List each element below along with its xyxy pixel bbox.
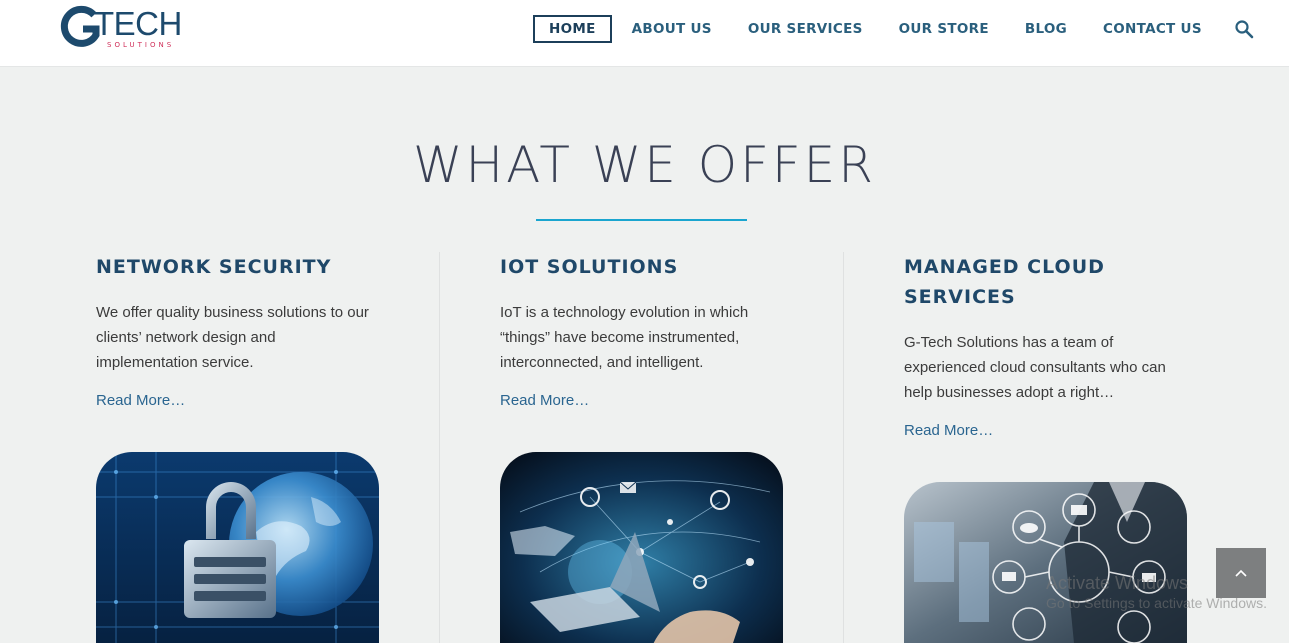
service-card-network-security: NETWORK SECURITY We offer quality busine… <box>96 252 396 409</box>
network-security-image[interactable] <box>96 452 379 643</box>
logo-text: TECH <box>94 5 182 42</box>
nav-home[interactable]: HOME <box>533 14 612 43</box>
iot-solutions-image[interactable] <box>500 452 783 643</box>
section-title: WHAT WE OFFER <box>413 136 876 194</box>
card-title: NETWORK SECURITY <box>96 252 396 282</box>
service-card-managed-cloud: MANAGED CLOUD SERVICES G-Tech Solutions … <box>904 252 1204 439</box>
title-underline <box>536 219 747 221</box>
card-title-line: IOT SOLUTIONS <box>500 256 679 278</box>
site-header: TECH SOLUTIONS HOME ABOUT US OUR SERVICE… <box>0 0 1289 67</box>
site-logo[interactable]: TECH SOLUTIONS <box>60 5 190 55</box>
managed-cloud-image[interactable] <box>904 482 1187 643</box>
card-title-line: MANAGED CLOUD <box>904 256 1105 278</box>
read-more-link[interactable]: Read More… <box>904 422 1204 439</box>
card-desc-line: We offer quality business solutions to o… <box>96 304 369 321</box>
nav-about-us[interactable]: ABOUT US <box>632 21 712 37</box>
nav-contact-us[interactable]: CONTACT US <box>1103 21 1202 37</box>
card-desc-line: “things” have become instrumented, <box>500 329 740 346</box>
card-description: IoT is a technology evolution in which “… <box>500 300 800 375</box>
read-more-link[interactable]: Read More… <box>500 392 800 409</box>
card-desc-line: help businesses adopt a right… <box>904 384 1115 401</box>
card-description: We offer quality business solutions to o… <box>96 300 396 375</box>
card-desc-line: G-Tech Solutions has a team of <box>904 334 1114 351</box>
logo-subtitle: SOLUTIONS <box>107 41 175 49</box>
main-nav: HOME ABOUT US OUR SERVICES OUR STORE BLO… <box>533 14 1254 43</box>
column-divider <box>843 252 844 643</box>
column-divider <box>439 252 440 643</box>
nav-blog[interactable]: BLOG <box>1025 21 1067 37</box>
service-card-iot-solutions: IOT SOLUTIONS IoT is a technology evolut… <box>500 252 800 409</box>
card-desc-line: IoT is a technology evolution in which <box>500 304 749 321</box>
search-icon[interactable] <box>1234 19 1254 39</box>
card-desc-line: experienced cloud consultants who can <box>904 359 1166 376</box>
card-title-line: NETWORK SECURITY <box>96 256 332 278</box>
card-title-line: SERVICES <box>904 286 1016 308</box>
nav-our-store[interactable]: OUR STORE <box>899 21 989 37</box>
activation-watermark: Activate Windows Go to Settings to activ… <box>1046 573 1267 611</box>
read-more-link[interactable]: Read More… <box>96 392 396 409</box>
watermark-line: Go to Settings to activate Windows. <box>1046 594 1267 611</box>
card-title: IOT SOLUTIONS <box>500 252 800 282</box>
nav-our-services[interactable]: OUR SERVICES <box>748 21 863 37</box>
card-desc-line: interconnected, and intelligent. <box>500 354 704 371</box>
card-title: MANAGED CLOUD SERVICES <box>904 252 1204 312</box>
card-desc-line: clients’ network design and <box>96 329 276 346</box>
card-desc-line: implementation service. <box>96 354 254 371</box>
watermark-line: Activate Windows <box>1046 573 1189 593</box>
card-description: G-Tech Solutions has a team of experienc… <box>904 330 1204 405</box>
